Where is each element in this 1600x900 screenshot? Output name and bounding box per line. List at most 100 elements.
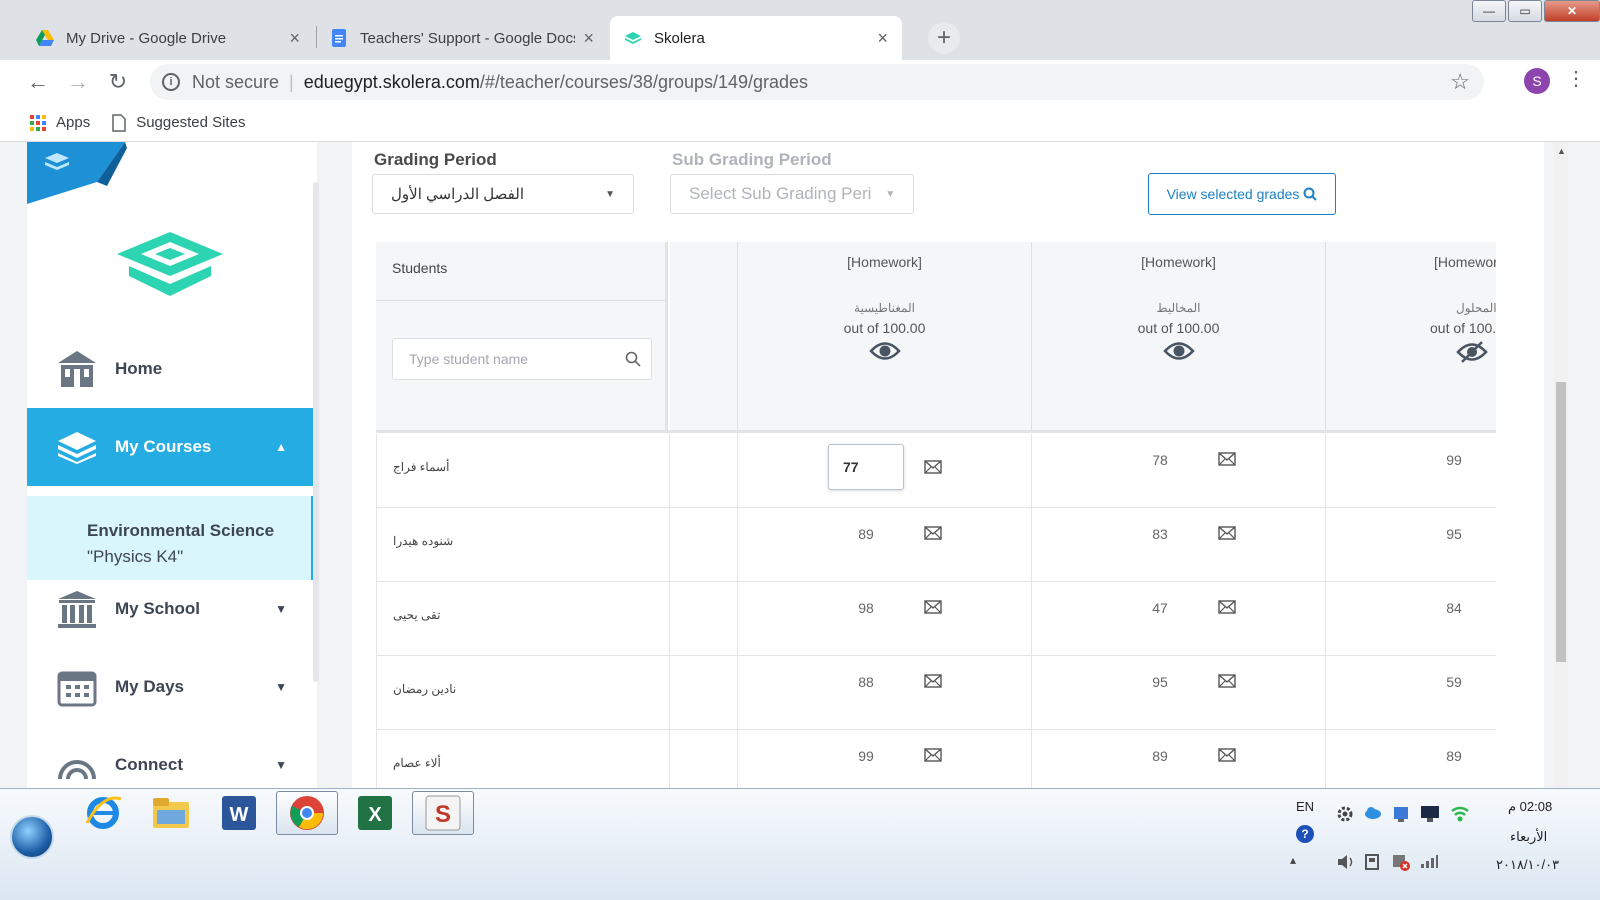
mail-icon[interactable] <box>924 526 942 545</box>
mail-icon[interactable] <box>924 748 942 767</box>
assignment-header: [Homewor المحلول out of 100. <box>1326 242 1496 432</box>
student-name[interactable]: نادين رمضان <box>376 656 670 730</box>
chrome-icon[interactable] <box>276 791 338 835</box>
browser-menu-icon[interactable]: ⋮ <box>1566 66 1586 91</box>
word-icon[interactable]: W <box>208 791 270 835</box>
grades-table: Students Type student name [Homework] ال… <box>376 242 1496 802</box>
show-hidden-icons[interactable]: ▴ <box>1290 853 1308 871</box>
grade-cell: 95 <box>1326 508 1496 582</box>
address-bar[interactable]: i Not secure | eduegypt.skolera.com /#/t… <box>150 64 1484 100</box>
grade-value[interactable]: 89 <box>836 526 896 542</box>
mail-icon[interactable] <box>1218 526 1236 545</box>
sidebar-item-my-courses[interactable]: My Courses ▲ <box>27 408 317 486</box>
tab-close-icon[interactable]: × <box>877 28 888 49</box>
help-icon[interactable]: ? <box>1296 825 1314 843</box>
excel-icon[interactable]: X <box>344 791 406 835</box>
minimize-button[interactable]: — <box>1472 0 1506 22</box>
sub-grading-period-select[interactable]: Select Sub Grading Peri ▼ <box>670 174 914 214</box>
grade-value[interactable]: 89 <box>1130 748 1190 764</box>
student-name-text: تقى يحيى <box>393 608 441 622</box>
mail-icon[interactable] <box>1218 674 1236 693</box>
caret-down-icon[interactable]: ▼ <box>275 758 287 772</box>
student-name[interactable]: تقى يحيى <box>376 582 670 656</box>
network-status-icon[interactable] <box>1392 805 1410 823</box>
network-error-icon[interactable] <box>1392 853 1410 871</box>
grade-input[interactable]: 77 <box>828 444 904 490</box>
view-selected-grades-button[interactable]: View selected grades <box>1148 173 1336 215</box>
grade-value[interactable]: 88 <box>836 674 896 690</box>
bookmark-star-icon[interactable]: ☆ <box>1450 69 1470 95</box>
skolera-app-icon[interactable]: S <box>412 791 474 835</box>
grade-value[interactable]: 78 <box>1130 452 1190 468</box>
start-button[interactable] <box>10 815 54 859</box>
grade-value[interactable]: 98 <box>836 600 896 616</box>
caret-up-icon[interactable]: ▲ <box>275 440 287 454</box>
bookmark-suggested-sites[interactable]: Suggested Sites <box>112 113 245 132</box>
grading-period-select[interactable]: الفصل الدراسي الأول ▼ <box>372 174 634 214</box>
device-icon[interactable] <box>1364 853 1382 871</box>
monitor-icon[interactable] <box>1420 805 1439 823</box>
caret-down-icon[interactable]: ▼ <box>275 602 287 616</box>
caret-down-icon[interactable]: ▼ <box>275 680 287 694</box>
sidebar-item-my-days[interactable]: My Days ▼ <box>27 648 317 726</box>
grade-cell: 84 <box>1326 582 1496 656</box>
profile-avatar[interactable]: S <box>1524 68 1550 94</box>
wifi-icon[interactable] <box>1450 803 1469 822</box>
grade-value[interactable]: 59 <box>1424 674 1484 690</box>
mail-icon[interactable] <box>924 460 942 479</box>
tab-close-icon[interactable]: × <box>583 28 594 49</box>
grade-value[interactable]: 83 <box>1130 526 1190 542</box>
page-scrollbar[interactable]: ▲ ▼ <box>1554 142 1568 802</box>
clock-time[interactable]: 02:08 م <box>1508 799 1552 815</box>
apps-grid-icon <box>30 114 46 131</box>
info-icon[interactable]: i <box>162 73 180 91</box>
mail-icon[interactable] <box>924 674 942 693</box>
new-tab-button[interactable]: + <box>928 22 960 54</box>
settings-icon[interactable] <box>1336 805 1354 823</box>
table-row: شنوده هيدرا 89 83 95 <box>376 508 1496 582</box>
corner-ribbon-logo <box>27 142 127 204</box>
scroll-up-icon[interactable]: ▲ <box>1557 146 1566 156</box>
sidebar-subitem-course[interactable]: Environmental Science "Physics K4" <box>27 496 317 580</box>
grade-value[interactable]: 89 <box>1424 748 1484 764</box>
tab-close-icon[interactable]: × <box>289 28 300 49</box>
student-name[interactable]: أسماء فراج <box>376 434 670 508</box>
scrollbar-thumb[interactable] <box>1556 382 1566 662</box>
tab-google-drive[interactable]: My Drive - Google Drive × <box>22 16 314 60</box>
grade-value[interactable]: 47 <box>1130 600 1190 616</box>
student-search-input[interactable]: Type student name <box>392 338 652 380</box>
mail-icon[interactable] <box>1218 748 1236 767</box>
grade-value[interactable]: 84 <box>1424 600 1484 616</box>
window-controls: — ▭ ✕ <box>1470 0 1600 26</box>
sidebar-item-home[interactable]: Home <box>27 330 317 408</box>
volume-icon[interactable] <box>1336 853 1354 871</box>
tab-google-docs[interactable]: Teachers' Support - Google Docs × <box>316 16 608 60</box>
grade-value[interactable]: 99 <box>1424 452 1484 468</box>
bookmark-apps[interactable]: Apps <box>30 114 90 131</box>
sidebar-scrollbar[interactable] <box>313 182 319 682</box>
assignment-header: [Homework] المغناطيسية out of 100.00 <box>738 242 1032 432</box>
window-close-button[interactable]: ✕ <box>1544 0 1600 22</box>
tab-skolera[interactable]: Skolera × <box>610 16 902 60</box>
maximize-button[interactable]: ▭ <box>1508 0 1542 22</box>
back-arrow-icon[interactable]: ← <box>24 68 52 96</box>
sidebar-item-my-school[interactable]: My School ▼ <box>27 570 317 648</box>
grade-value[interactable]: 99 <box>836 748 896 764</box>
eye-icon[interactable] <box>738 340 1031 362</box>
file-explorer-icon[interactable] <box>140 791 202 835</box>
reload-icon[interactable]: ↻ <box>104 68 132 96</box>
grade-value[interactable]: 95 <box>1130 674 1190 690</box>
student-name[interactable]: شنوده هيدرا <box>376 508 670 582</box>
mail-icon[interactable] <box>924 600 942 619</box>
signal-bars-icon[interactable] <box>1420 853 1438 871</box>
internet-explorer-icon[interactable] <box>72 791 134 835</box>
grade-cell: 77 <box>738 434 1032 508</box>
language-indicator[interactable]: EN <box>1296 799 1314 814</box>
forward-arrow-icon[interactable]: → <box>64 68 92 96</box>
grade-value[interactable]: 95 <box>1424 526 1484 542</box>
cloud-icon[interactable] <box>1364 805 1382 823</box>
mail-icon[interactable] <box>1218 452 1236 471</box>
mail-icon[interactable] <box>1218 600 1236 619</box>
eye-icon[interactable] <box>1032 340 1325 362</box>
eye-slash-icon[interactable] <box>1326 340 1496 364</box>
